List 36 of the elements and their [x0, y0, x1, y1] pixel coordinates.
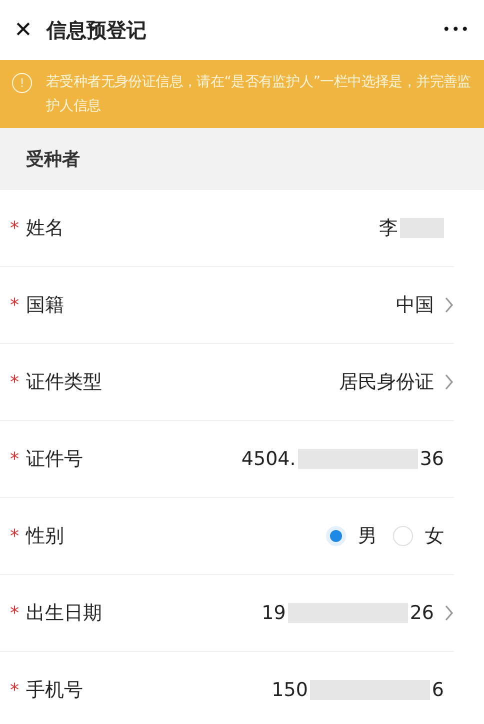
field-label: 国籍	[26, 293, 64, 318]
required-mark: *	[10, 448, 20, 470]
radio-label: 女	[425, 524, 444, 549]
radio-button[interactable]	[393, 526, 413, 546]
required-mark: *	[10, 526, 20, 546]
required-mark: *	[10, 294, 20, 316]
required-mark: *	[10, 218, 20, 238]
chevron-right-icon[interactable]	[444, 373, 454, 391]
field-value: 4504.	[241, 448, 296, 470]
chevron-right-icon[interactable]	[444, 604, 454, 622]
field-value: 中国	[396, 293, 434, 318]
radio-button[interactable]	[326, 526, 346, 546]
field-label: 出生日期	[26, 601, 102, 626]
field-label: 姓名	[26, 216, 64, 241]
field-label: 性别	[26, 524, 64, 549]
info-icon: !	[12, 73, 32, 93]
chevron-right-icon[interactable]	[444, 296, 454, 314]
more-button[interactable]: •••	[442, 22, 470, 38]
field-label: 证件类型	[26, 370, 102, 395]
field-value: 李	[379, 216, 398, 241]
close-button[interactable]: ✕	[14, 18, 32, 42]
required-mark: *	[10, 680, 20, 700]
field-value: 36	[420, 448, 444, 470]
field-value: 居民身份证	[339, 370, 434, 395]
radio-label: 男	[358, 524, 377, 549]
page-title: 信息预登记	[46, 16, 148, 44]
section-title: 受种者	[26, 148, 80, 171]
field-label: 证件号	[26, 447, 83, 472]
field-value: 6	[432, 679, 444, 701]
field-value: 26	[410, 602, 434, 624]
field-value: 150	[272, 679, 308, 701]
field-label: 手机号	[26, 678, 83, 703]
field-value: 19	[262, 602, 286, 624]
required-mark: *	[10, 602, 20, 624]
notice-text: 若受种者无身份证信息，请在“是否有监护人”一栏中选择是，并完善监护人信息	[46, 73, 472, 116]
required-mark: *	[10, 372, 20, 392]
